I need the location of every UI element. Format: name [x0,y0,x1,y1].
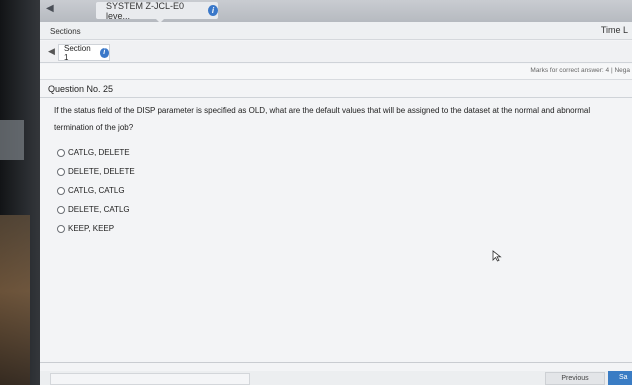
footer-bar: Previous Sa [40,371,632,385]
question-number: Question No. 25 [48,84,114,94]
question-number-bar: Question No. 25 [40,81,632,98]
radio-button[interactable] [57,167,65,176]
section-tabs-bar: ◀ Section 1 i [40,41,632,63]
option-label: CATLG, DELETE [68,148,130,157]
radio-button[interactable] [57,224,65,233]
info-icon[interactable]: i [207,5,218,16]
test-panel: Sections Time L ◀ Section 1 i Marks for … [40,22,632,385]
option-3[interactable]: CATLG, CATLG [57,181,135,200]
chevron-left-icon[interactable]: ◀ [46,3,54,14]
sections-bar: Sections Time L [40,22,632,40]
option-label: KEEP, KEEP [68,224,115,233]
test-title-bar: ◀ SYSTEM Z-JCL-E0 leve... i [40,0,632,23]
option-label: DELETE, DELETE [68,167,135,176]
option-2[interactable]: DELETE, DELETE [57,162,135,181]
option-5[interactable]: KEEP, KEEP [57,219,135,238]
test-title: SYSTEM Z-JCL-E0 leve... [106,0,185,21]
chevron-left-icon[interactable]: ◀ [48,46,55,57]
footer-placeholder [50,373,250,385]
info-icon[interactable]: i [99,47,109,58]
option-label: DELETE, CATLG [68,205,130,214]
option-label: CATLG, CATLG [68,186,125,195]
option-1[interactable]: CATLG, DELETE [57,143,135,162]
mouse-pointer-icon [492,250,502,262]
radio-button[interactable] [57,205,65,214]
answer-options: CATLG, DELETE DELETE, DELETE CATLG, CATL… [57,143,135,238]
radio-button[interactable] [57,186,65,195]
previous-button[interactable]: Previous [545,372,605,385]
marks-info: Marks for correct answer: 4 | Nega [530,67,630,74]
background-reflection [0,120,24,160]
screen: ◀ SYSTEM Z-JCL-E0 leve... i Sections Tim… [0,0,632,385]
section-tab-label: Section 1 [64,43,91,62]
test-title-tab[interactable]: SYSTEM Z-JCL-E0 leve... i [96,0,218,23]
background-desk [0,215,30,385]
footer-divider [40,362,632,363]
radio-button[interactable] [57,148,65,157]
question-text: If the status field of the DISP paramete… [54,106,591,132]
time-left-label: Time L [600,25,628,35]
tab-section-1[interactable]: Section 1 i [58,43,110,62]
option-4[interactable]: DELETE, CATLG [57,200,135,219]
save-next-button[interactable]: Sa [608,371,632,385]
marks-bar: Marks for correct answer: 4 | Nega [40,64,632,80]
sections-label: Sections [50,27,81,36]
